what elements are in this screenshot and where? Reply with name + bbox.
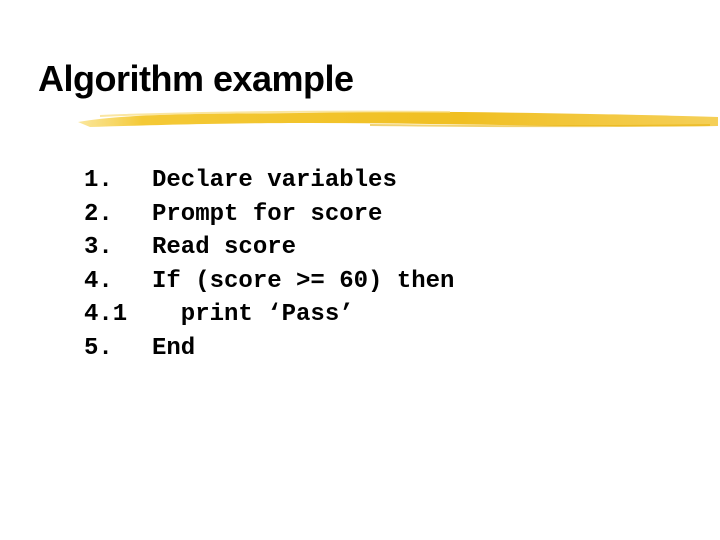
step-text: End (152, 334, 196, 362)
step-text: print ‘Pass’ (152, 301, 354, 329)
step-number: 4.1 (84, 301, 128, 329)
step-text: Prompt for score (152, 200, 383, 228)
step-item: 4. If (score >= 60) then (84, 265, 454, 299)
step-number: 2. (84, 200, 113, 228)
step-number: 1. (84, 167, 113, 194)
step-text: Read score (152, 234, 297, 262)
algorithm-steps: 1. Declare variables 2. Prompt for score 3… (84, 164, 454, 366)
step-item: 1. Declare variables (84, 164, 454, 198)
step-item: 5. End (84, 332, 454, 366)
step-text: Declare variables (152, 167, 397, 194)
step-number: 5. (84, 334, 113, 362)
step-item: 4.1 print ‘Pass’ (84, 298, 454, 332)
step-text: If (score >= 60) then (152, 267, 455, 295)
step-item: 2. Prompt for score (84, 198, 454, 232)
slide-title: Algorithm example (38, 58, 354, 99)
highlighter-stroke (78, 110, 718, 128)
step-number: 3. (84, 234, 113, 262)
step-number: 4. (84, 267, 113, 295)
step-item: 3. Read score (84, 231, 454, 265)
